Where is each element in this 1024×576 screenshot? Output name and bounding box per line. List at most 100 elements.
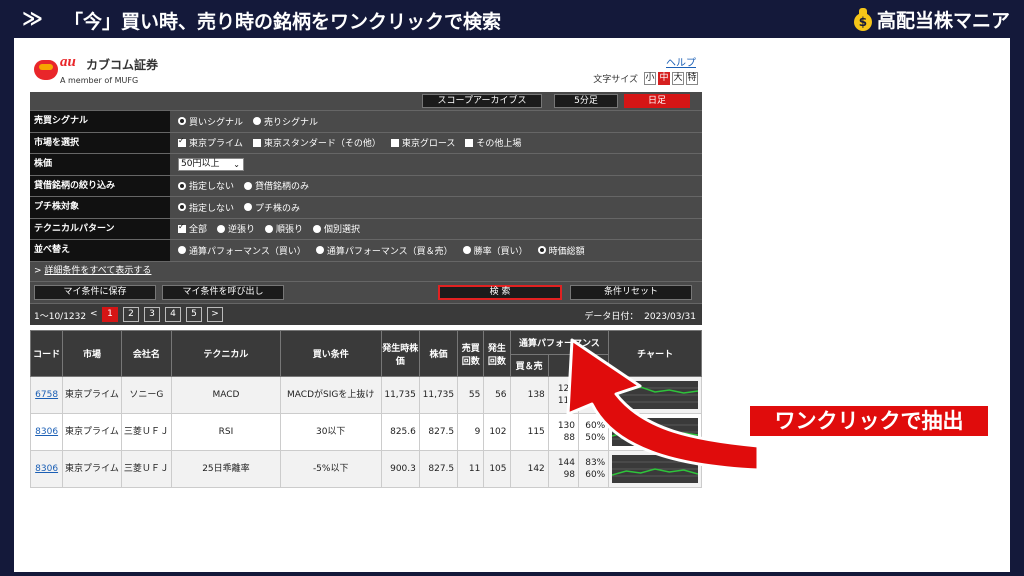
- petit-none-radio[interactable]: 指定しない: [178, 201, 234, 214]
- col-technical[interactable]: テクニカル: [171, 330, 281, 377]
- scope-archives-button[interactable]: スコープアーカイブス: [422, 94, 542, 108]
- col-trades[interactable]: 売買回数: [457, 330, 485, 377]
- prev-page-button[interactable]: <: [90, 309, 98, 319]
- font-size-small-button[interactable]: 小: [644, 72, 656, 85]
- col-occurrences[interactable]: 発生回数: [483, 330, 511, 377]
- winrate-value: 43%: [585, 396, 606, 406]
- perf-split-cell: 144 98: [547, 450, 580, 488]
- petit-only-radio[interactable]: プチ株のみ: [244, 201, 300, 214]
- sparkline-chart: [612, 455, 699, 483]
- money-bag-icon: $: [853, 7, 873, 31]
- petit-row: プチ株対象 指定しない プチ株のみ: [30, 196, 702, 218]
- col-condition[interactable]: 買い条件: [279, 330, 382, 377]
- one-click-callout: ワンクリックで抽出: [748, 404, 990, 438]
- price-label: 株価: [30, 154, 170, 175]
- title-bar: ≫ 「今」買い時、売り時の銘柄をワンクリックで検索 $ 高配当株マニア: [0, 0, 1024, 38]
- show-all-link[interactable]: 詳細条件をすべて表示する: [44, 266, 151, 276]
- chart-cell[interactable]: [608, 450, 702, 488]
- signal-sell-radio[interactable]: 売りシグナル: [253, 115, 318, 128]
- trades-cell: 11: [457, 450, 485, 488]
- pattern-all-checkbox[interactable]: 全部: [178, 222, 207, 235]
- perf-split-value: 130: [557, 421, 576, 431]
- five-min-button[interactable]: 5分足: [554, 94, 618, 108]
- col-market[interactable]: 市場: [62, 330, 122, 377]
- signal-row: 売買シグナル 買いシグナル 売りシグナル: [30, 110, 702, 132]
- market-prime-checkbox[interactable]: 東京プライム: [178, 136, 243, 149]
- font-size-large-button[interactable]: 大: [672, 72, 684, 85]
- action-row: マイ条件に保存 マイ条件を呼び出し 検 索 条件リセット: [30, 280, 702, 303]
- table-row[interactable]: 8306 東京プライム 三菱ＵＦＪ 25日乖離率 -5%以下 900.3 827.5 11 10…: [29, 450, 702, 488]
- brand-name: 高配当株マニア: [876, 9, 1010, 32]
- market-cell: 東京プライム: [62, 376, 122, 414]
- margin-only-radio[interactable]: 貸借銘柄のみ: [244, 179, 309, 192]
- price-cell: 827.5: [418, 450, 459, 488]
- data-date: データ日付： 2023/03/31: [584, 311, 696, 322]
- winrate-cell: 83% 60%: [578, 450, 610, 488]
- font-size-medium-button[interactable]: 中: [658, 72, 670, 85]
- occurrences-cell: 102: [483, 413, 511, 451]
- code-link[interactable]: 8306: [29, 413, 64, 451]
- perf-split-value: 120: [557, 384, 576, 394]
- sort-winrate-radio[interactable]: 勝率（買い）: [462, 244, 528, 257]
- load-conditions-button[interactable]: マイ条件を呼び出し: [162, 284, 284, 300]
- brand-logo: $ 高配当株マニア: [853, 5, 1010, 33]
- search-form: スコープアーカイブス 5分足 日足 売買シグナル 買いシグナル 売りシグナル 市…: [30, 92, 702, 325]
- table-row[interactable]: 6758 東京プライム ソニーG MACD MACDがSIGを上抜け 11,735 11,7…: [29, 376, 702, 414]
- market-other-checkbox[interactable]: その他上場: [465, 136, 521, 149]
- au-mark-icon: [34, 60, 58, 80]
- pattern-individual-radio[interactable]: 個別選択: [313, 222, 360, 235]
- perf-split-value: 115: [557, 396, 576, 406]
- slide-title: 「今」買い時、売り時の銘柄をワンクリックで検索: [64, 11, 502, 33]
- technical-cell: 25日乖離率: [171, 450, 281, 488]
- daily-button[interactable]: 日足: [624, 94, 690, 108]
- save-conditions-button[interactable]: マイ条件に保存: [34, 284, 156, 300]
- sort-perf-buy-radio[interactable]: 通算パフォーマンス（買い）: [178, 244, 306, 257]
- winrate-cell: 33% 43%: [578, 376, 610, 414]
- margin-none-radio[interactable]: 指定しない: [178, 179, 234, 192]
- col-perf-both[interactable]: 買＆売: [509, 354, 549, 377]
- sort-row: 並べ替え 通算パフォーマンス（買い） 通算パフォーマンス（買＆売） 勝率（買い）…: [30, 239, 702, 261]
- screenshot-panel: au カブコム証券 A member of MUFG ヘルプ 文字サイズ 小 中…: [14, 38, 1010, 572]
- sort-marketcap-radio[interactable]: 時価総額: [537, 244, 585, 257]
- market-growth-checkbox[interactable]: 東京グロース: [390, 136, 455, 149]
- font-size-extra-button[interactable]: 特: [686, 72, 698, 85]
- search-button[interactable]: 検 索: [438, 284, 562, 300]
- col-performance[interactable]: 通算パフォーマンス: [509, 330, 610, 355]
- col-winrate-sub: [578, 354, 610, 377]
- code-link[interactable]: 6758: [29, 376, 64, 414]
- help-link[interactable]: ヘルプ: [666, 54, 696, 69]
- page-5-button[interactable]: 5: [186, 306, 202, 322]
- technical-cell: RSI: [171, 413, 281, 451]
- logo-text: カブコム証券: [86, 58, 159, 72]
- chart-cell[interactable]: [608, 413, 702, 451]
- market-standard-checkbox[interactable]: 東京スタンダード（その他）: [252, 136, 381, 149]
- page-2-button[interactable]: 2: [123, 306, 139, 322]
- reset-conditions-button[interactable]: 条件リセット: [570, 284, 692, 300]
- signal-buy-radio[interactable]: 買いシグナル: [178, 115, 243, 128]
- winrate-value: 60%: [585, 470, 606, 480]
- next-page-button[interactable]: >: [207, 306, 223, 322]
- trigger-price-cell: 11,735: [380, 376, 420, 414]
- condition-cell: MACDがSIGを上抜け: [279, 376, 382, 414]
- pattern-contrarian-radio[interactable]: 逆張り: [217, 222, 255, 235]
- page-4-button[interactable]: 4: [165, 306, 181, 322]
- col-trigger-price[interactable]: 発生時株価: [380, 330, 420, 377]
- chart-cell[interactable]: [608, 376, 702, 414]
- kabucom-logo[interactable]: au カブコム証券 A member of MUFG: [34, 54, 194, 90]
- result-count: 1〜10/1232: [34, 311, 87, 322]
- table-row[interactable]: 8306 東京プライム 三菱ＵＦＪ RSI 30以下 825.6 827.5 9 102 115 1…: [29, 413, 702, 451]
- sort-perf-both-radio[interactable]: 通算パフォーマンス（買＆売）: [315, 244, 453, 257]
- code-link[interactable]: 8306: [29, 450, 64, 488]
- company-cell: ソニーG: [120, 376, 173, 414]
- pattern-trend-radio[interactable]: 順張り: [265, 222, 303, 235]
- page-1-button[interactable]: 1: [102, 306, 118, 322]
- company-cell: 三菱ＵＦＪ: [120, 450, 173, 488]
- price-select[interactable]: 50円以上 ⌄: [178, 157, 244, 171]
- signal-label: 売買シグナル: [30, 111, 170, 132]
- page-3-button[interactable]: 3: [144, 306, 160, 322]
- col-price[interactable]: 株価: [418, 330, 459, 377]
- col-code[interactable]: コード: [29, 330, 64, 377]
- font-size-selector: 文字サイズ 小 中 大 特: [593, 72, 698, 85]
- col-company[interactable]: 会社名: [120, 330, 173, 377]
- market-row: 市場を選択 東京プライム 東京スタンダード（その他） 東京グロース その他上場: [30, 131, 702, 153]
